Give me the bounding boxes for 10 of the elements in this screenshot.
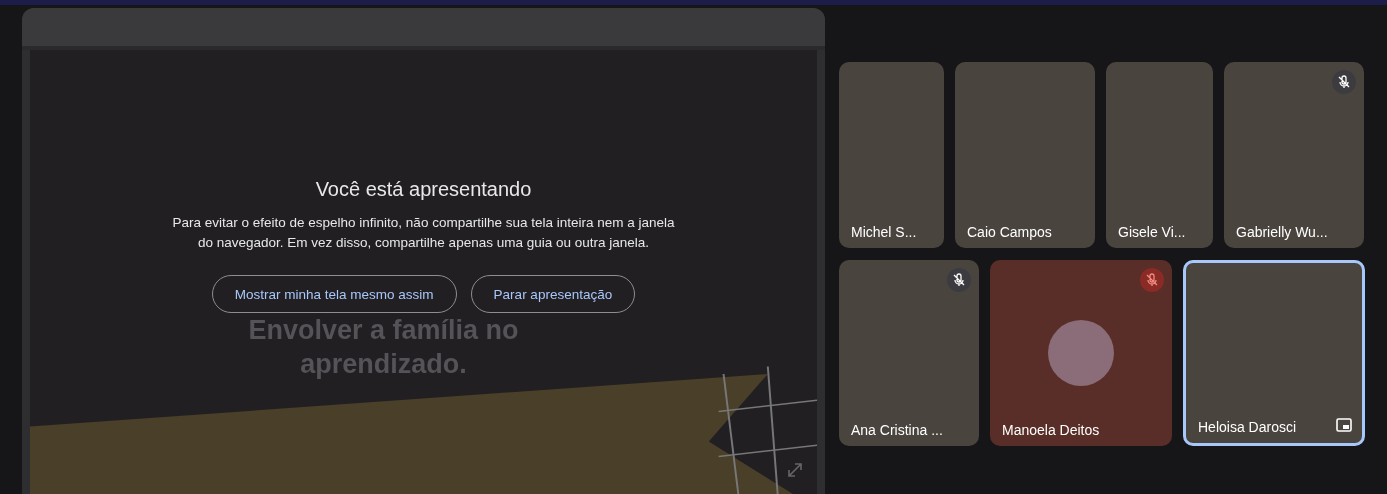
participant-name: Caio Campos — [967, 224, 1052, 240]
presenting-message: Para evitar o efeito de espelho infinito, não compartilhe sua tela inteira nem a janela do navegador. Em vez disso, compartilhe apenas uma guia ou outra janela. — [171, 214, 676, 252]
presenting-title: Você está apresentando — [315, 178, 532, 201]
participant-name: Heloisa Darosci — [1198, 419, 1297, 435]
picture-in-picture-icon[interactable] — [1334, 415, 1354, 435]
participant-name: Michel S... — [851, 224, 917, 240]
participant-name: Ana Cristina ... — [851, 422, 943, 438]
participant-name: Gisele Vi... — [1118, 224, 1186, 240]
participant-name: Manoela Deitos — [1002, 422, 1100, 438]
participant-name: Gabrielly Wu... — [1236, 224, 1328, 240]
